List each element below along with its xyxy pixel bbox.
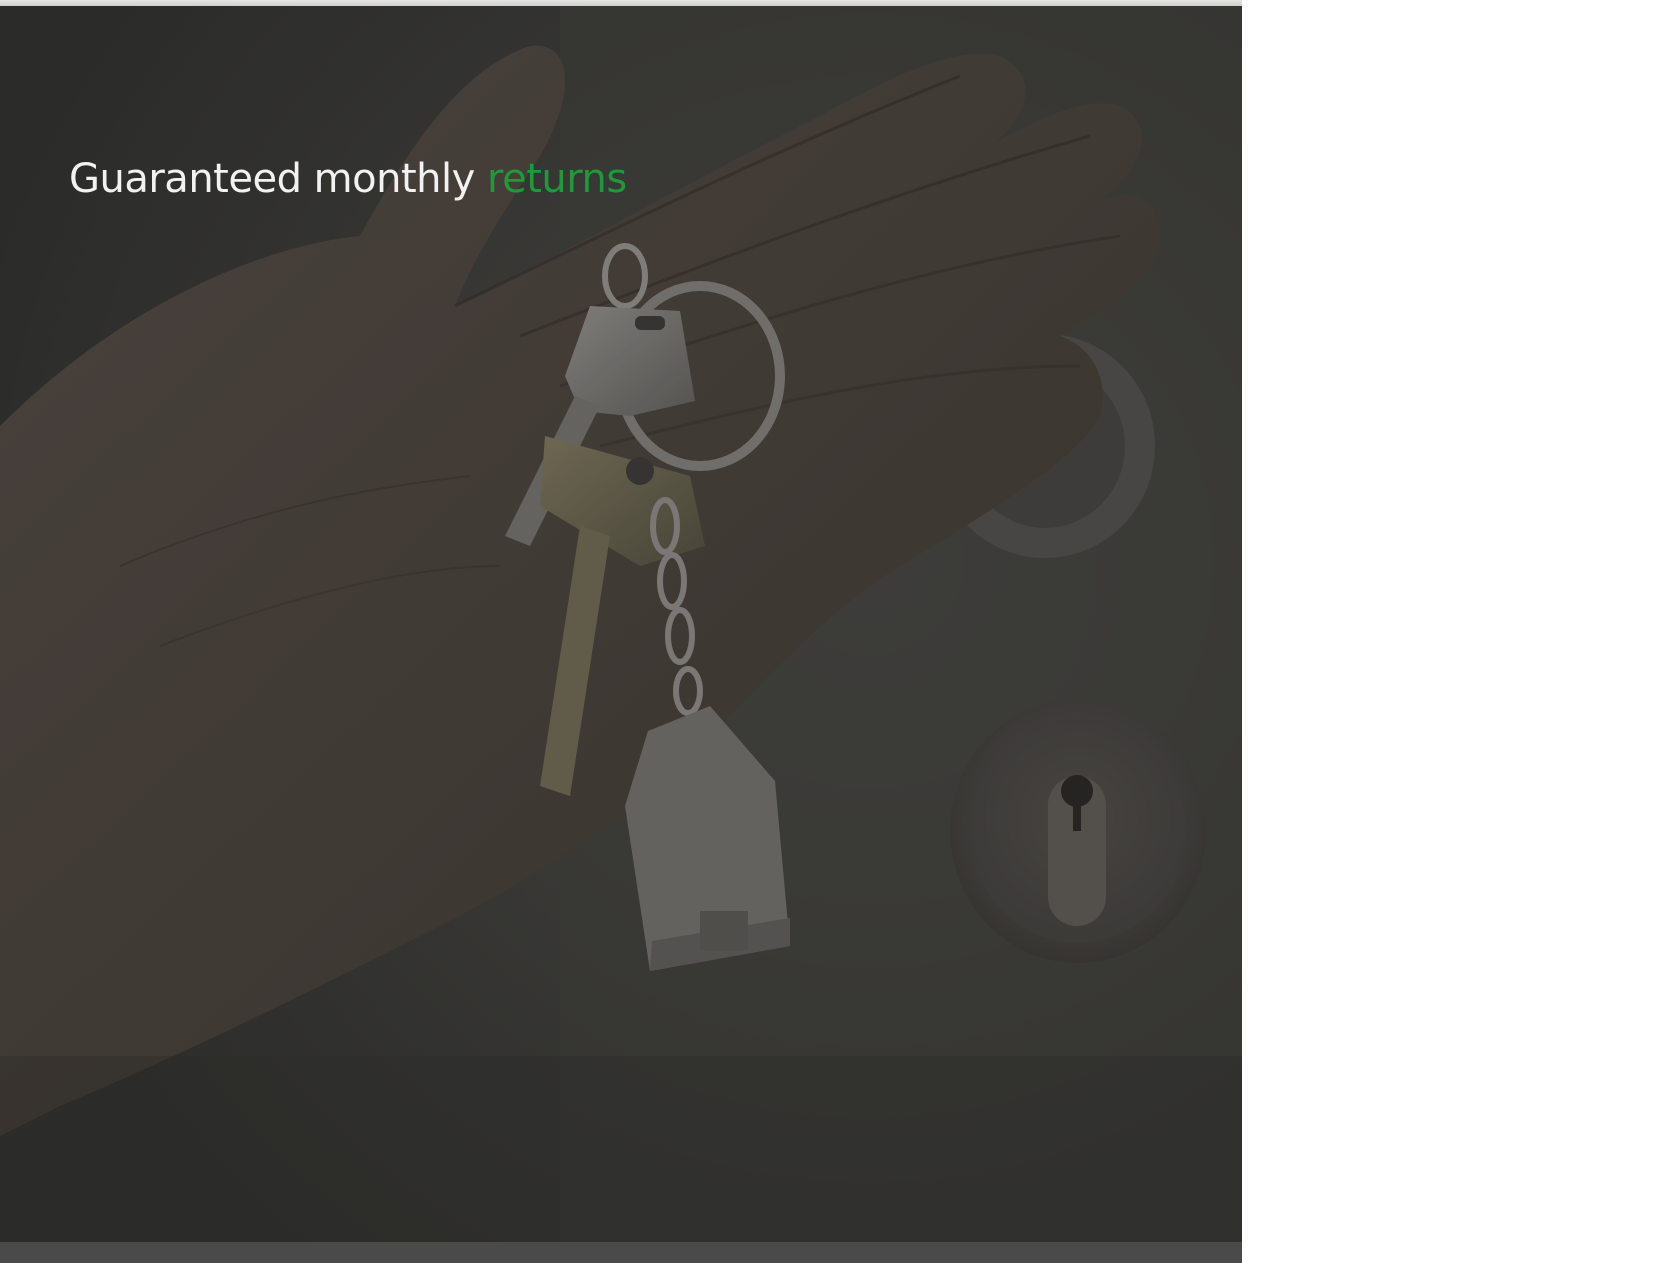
bottom-bar: [0, 1242, 1242, 1263]
hero-section: Guaranteed monthly returns: [0, 6, 1242, 1242]
right-blank-panel: [1242, 0, 1653, 1263]
hero-headline: Guaranteed monthly returns: [69, 156, 627, 202]
headline-accent-text: returns: [487, 156, 627, 202]
headline-main-text: Guaranteed monthly: [69, 156, 475, 202]
